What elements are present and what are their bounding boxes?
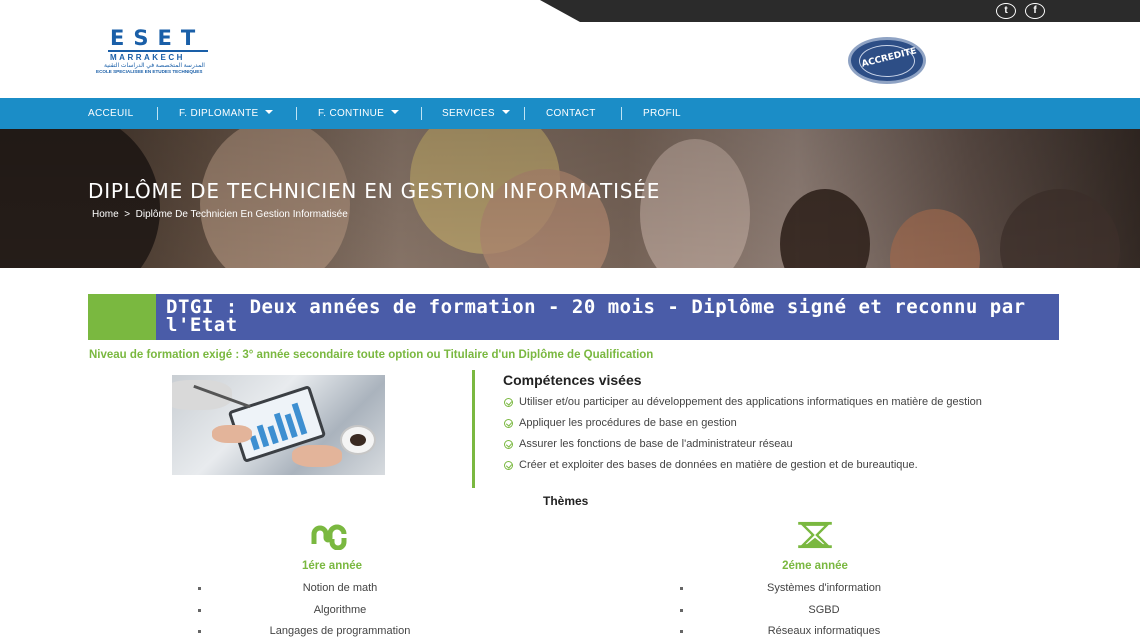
facebook-icon[interactable]: f: [1025, 3, 1045, 19]
nav-item-acceuil[interactable]: ACCEUIL: [88, 98, 133, 129]
hero-banner: DIPLÔME DE TECHNICIEN EN GESTION INFORMA…: [0, 129, 1140, 268]
competence-text: Utiliser et/ou participer au développeme…: [519, 396, 982, 408]
caret-down-icon: [501, 110, 510, 114]
theme-text: Langages de programmation: [269, 625, 411, 637]
list-item: Appliquer les procédures de base en gest…: [503, 417, 1053, 429]
year-2-list: Systèmes d'information SGBD Réseaux info…: [674, 582, 974, 640]
title-accent: [88, 294, 156, 340]
logo-city: MARRAKECH: [110, 53, 185, 62]
nav-label: ACCEUIL: [88, 108, 134, 119]
breadcrumb-current: Diplôme De Technicien En Gestion Informa…: [135, 209, 348, 220]
list-item: Notion de math: [190, 582, 490, 604]
check-circle-icon: [504, 419, 513, 428]
competence-text: Appliquer les procédures de base en gest…: [519, 417, 737, 429]
check-circle-icon: [504, 398, 513, 407]
logo-arabic: المدرسة المتخصصة في الدراسات التقنية: [104, 63, 205, 69]
nav-item-profil[interactable]: PROFIL: [643, 98, 681, 129]
nav-separator: [296, 107, 297, 120]
nav-item-f-diplomante[interactable]: F. DIPLOMANTE: [179, 98, 274, 129]
program-title: DTGI : Deux années de formation - 20 moi…: [166, 296, 1026, 336]
list-item: Algorithme: [190, 604, 490, 626]
caret-down-icon: [391, 110, 400, 114]
themes-heading: Thèmes: [543, 494, 589, 508]
theme-text: Systèmes d'information: [767, 582, 881, 594]
nav-item-f-continue[interactable]: F. CONTINUE: [318, 98, 400, 129]
title-background: DTGI : Deux années de formation - 20 moi…: [156, 294, 1059, 340]
check-circle-icon: [504, 440, 513, 449]
page-title: DIPLÔME DE TECHNICIEN EN GESTION INFORMA…: [88, 179, 661, 203]
list-item: Utiliser et/ou participer au développeme…: [503, 396, 1053, 408]
bullet-icon: [198, 608, 201, 612]
nav-label: F. CONTINUE: [318, 108, 385, 119]
nav-separator: [524, 107, 525, 120]
caret-down-icon: [265, 110, 274, 114]
year-1-list: Notion de math Algorithme Langages de pr…: [190, 582, 490, 640]
bullet-icon: [198, 587, 201, 590]
list-item: Langages de programmation: [190, 625, 490, 640]
competence-text: Créer et exploiter des bases de données …: [519, 459, 918, 471]
theme-text: SGBD: [808, 603, 840, 616]
nav-item-services[interactable]: SERVICES: [442, 98, 510, 129]
competences-title: Compétences visées: [503, 372, 642, 388]
breadcrumb: Home > Diplôme De Technicien En Gestion …: [92, 209, 348, 220]
program-image: [172, 375, 385, 475]
theme-text: Notion de math: [302, 582, 378, 594]
breadcrumb-home[interactable]: Home: [92, 209, 119, 220]
image-hand: [212, 425, 252, 443]
nav-label: PROFIL: [643, 108, 681, 119]
year-2-title: 2éme année: [782, 560, 848, 572]
nav-label: F. DIPLOMANTE: [179, 108, 259, 119]
bullet-icon: [680, 608, 683, 612]
list-item: Réseaux informatiques: [674, 625, 974, 640]
list-item: Créer et exploiter des bases de données …: [503, 459, 1053, 471]
competences-list: Utiliser et/ou participer au développeme…: [503, 396, 1053, 480]
top-strip: t f: [0, 0, 1140, 22]
stumbleupon-icon: [311, 524, 347, 550]
check-circle-icon: [504, 461, 513, 470]
year-1-title: 1ére année: [301, 560, 363, 572]
program-title-bar: DTGI : Deux années de formation - 20 moi…: [88, 294, 1059, 340]
admission-level: Niveau de formation exigé : 3° année sec…: [89, 349, 654, 361]
nav-separator: [621, 107, 622, 120]
image-hand: [292, 445, 342, 467]
bullet-icon: [680, 630, 683, 633]
list-item: Systèmes d'information: [674, 582, 974, 604]
bullet-icon: [198, 630, 201, 633]
nav-separator: [421, 107, 422, 120]
list-item: SGBD: [674, 604, 974, 626]
image-coffee: [350, 434, 366, 446]
top-strip-left: [0, 0, 560, 22]
competence-text: Assurer les fonctions de base de l'admin…: [519, 438, 793, 450]
logo-name: ESET: [110, 26, 205, 50]
logo-subtitle: ECOLE SPECIALISEE EN ETUDES TECHNIQUES: [96, 69, 203, 74]
green-divider: [472, 370, 475, 488]
hourglass-icon: [798, 521, 832, 549]
breadcrumb-separator: >: [124, 209, 131, 220]
bullet-icon: [680, 587, 683, 590]
image-bar: [267, 425, 279, 445]
theme-text: Algorithme: [313, 603, 367, 616]
nav-label: SERVICES: [442, 108, 495, 119]
theme-text: Réseaux informatiques: [767, 625, 881, 637]
twitter-icon[interactable]: t: [996, 3, 1016, 19]
nav-separator: [157, 107, 158, 120]
list-item: Assurer les fonctions de base de l'admin…: [503, 438, 1053, 450]
nav-item-contact[interactable]: CONTACT: [546, 98, 596, 129]
eset-logo[interactable]: ESET MARRAKECH المدرسة المتخصصة في الدرا…: [94, 26, 224, 78]
accreditation-badge: ACCREDITE: [848, 37, 926, 84]
top-strip-dark: [540, 0, 1140, 22]
image-cup: [340, 425, 376, 455]
main-nav: ACCEUIL F. DIPLOMANTE F. CONTINUE SERVIC…: [0, 98, 1140, 129]
logo-rule: [108, 50, 208, 52]
nav-label: CONTACT: [546, 108, 596, 119]
